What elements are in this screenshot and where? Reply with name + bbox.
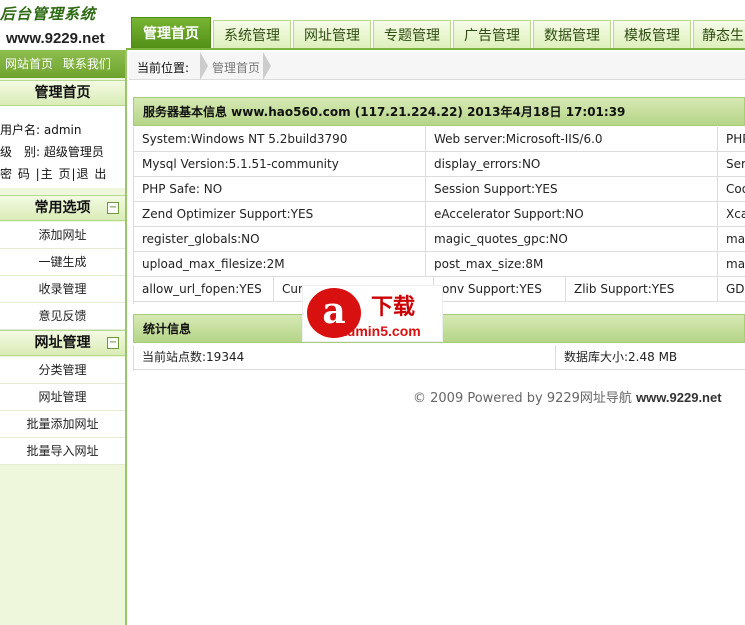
server-cell: Mysql Version:5.1.51-community (134, 152, 426, 177)
sidebar: 网站首页 联系我们 管理首页 用户名: admin 级 别: 超级管理员 密 码… (0, 50, 127, 625)
stats-table: 当前站点数:19344 数据库大小:2.48 MB (133, 345, 745, 371)
level-label: 级 别: (0, 145, 41, 159)
footer-site-link[interactable]: www.9229.net (636, 390, 722, 405)
server-cell: allow_url_fopen:YES (134, 277, 274, 302)
server-cell: Web server:Microsoft-IIS/6.0 (426, 127, 718, 152)
tab-home[interactable]: 管理首页 (131, 17, 211, 48)
db-size: 数据库大小:2.48 MB (556, 345, 745, 370)
sidebar-item-add-url[interactable]: 添加网址 (0, 222, 125, 249)
contact-link[interactable]: 联系我们 (63, 57, 111, 71)
sidebar-item-generate[interactable]: 一键生成 (0, 249, 125, 276)
section-url[interactable]: 网址管理 − (0, 330, 125, 356)
tab-template[interactable]: 模板管理 (613, 20, 691, 48)
breadcrumb: 当前位置: 管理首页 (129, 52, 745, 80)
sidebar-item-index[interactable]: 收录管理 (0, 276, 125, 303)
server-cell: upload_max_filesize:2M (134, 252, 426, 277)
server-cell: post_max_size:8M (426, 252, 718, 277)
watermark-logo: a 下载 admin5.com (302, 285, 443, 342)
sidebar-links: 网站首页 联系我们 (0, 50, 125, 78)
section-url-title: 网址管理 (34, 335, 91, 351)
logo: 后台管理系统 www.9229.net (0, 0, 126, 50)
server-cell: Zlib Support:YES (566, 277, 718, 302)
server-cell: register_globals:NO (134, 227, 426, 252)
server-cell: Xca (718, 202, 745, 227)
section-common-title: 常用选项 (34, 200, 91, 216)
server-cell: Session Support:YES (426, 177, 718, 202)
username-label: 用户名: (0, 123, 41, 137)
username-line: 用户名: admin (0, 121, 81, 138)
username-value: admin (43, 123, 82, 137)
server-cell: PHP Safe: NO (134, 177, 426, 202)
server-cell: Zend Optimizer Support:YES (134, 202, 426, 227)
site-count: 当前站点数:19344 (134, 345, 556, 370)
footer: © 2009 Powered by 9229网址导航 www.9229.net (413, 387, 722, 406)
server-info-table: System:Windows NT 5.2build3790 Web serve… (133, 127, 745, 304)
server-cell: display_errors:NO (426, 152, 718, 177)
level-line: 级 别: 超级管理员 (0, 143, 104, 160)
tab-url[interactable]: 网址管理 (293, 20, 371, 48)
breadcrumb-separator-icon (263, 52, 271, 80)
sidebar-item-feedback[interactable]: 意见反馈 (0, 303, 125, 330)
tab-static[interactable]: 静态生 (693, 20, 745, 48)
server-cell: max (718, 252, 745, 277)
server-cell: PHP (718, 127, 745, 152)
sidebar-home-title: 管理首页 (0, 80, 125, 106)
tab-topic[interactable]: 专题管理 (373, 20, 451, 48)
breadcrumb-separator-icon (200, 52, 208, 80)
sidebar-item-batch-add[interactable]: 批量添加网址 (0, 411, 125, 438)
tab-data[interactable]: 数据管理 (533, 20, 611, 48)
breadcrumb-current[interactable]: 管理首页 (212, 59, 260, 76)
collapse-icon[interactable]: − (107, 337, 119, 349)
tab-ads[interactable]: 广告管理 (453, 20, 531, 48)
server-cell: onv Support:YES (434, 277, 566, 302)
user-actions[interactable]: 密 码 |主 页|退 出 (0, 165, 107, 182)
sidebar-item-batch-import[interactable]: 批量导入网址 (0, 438, 125, 465)
section-common[interactable]: 常用选项 − (0, 195, 125, 221)
sidebar-item-category[interactable]: 分类管理 (0, 357, 125, 384)
server-cell: mag (718, 227, 745, 252)
server-cell: eAccelerator Support:NO (426, 202, 718, 227)
watermark-site: admin5.com (339, 323, 421, 339)
collapse-icon[interactable]: − (107, 202, 119, 214)
level-value: 超级管理员 (43, 145, 104, 159)
server-cell: Ser (718, 152, 745, 177)
tab-system[interactable]: 系统管理 (213, 20, 291, 48)
server-info-title: 服务器基本信息 www.hao560.com (117.21.224.22) 2… (133, 97, 745, 126)
server-cell: System:Windows NT 5.2build3790 (134, 127, 426, 152)
footer-text: © 2009 Powered by 9229网址导航 (413, 391, 632, 406)
logo-url: www.9229.net (6, 30, 105, 47)
sidebar-item-url-manage[interactable]: 网址管理 (0, 384, 125, 411)
watermark-text: 下载 (371, 295, 416, 320)
server-cell: Coo (718, 177, 745, 202)
user-info: 用户名: admin 级 别: 超级管理员 密 码 |主 页|退 出 (0, 106, 125, 188)
top-nav: 管理首页 系统管理 网址管理 专题管理 广告管理 数据管理 模板管理 静态生 (126, 0, 745, 50)
server-cell: GD (718, 277, 745, 302)
breadcrumb-label: 当前位置: (137, 61, 190, 75)
server-cell: magic_quotes_gpc:NO (426, 227, 718, 252)
site-home-link[interactable]: 网站首页 (5, 57, 53, 71)
logo-title: 后台管理系统 (0, 5, 97, 23)
